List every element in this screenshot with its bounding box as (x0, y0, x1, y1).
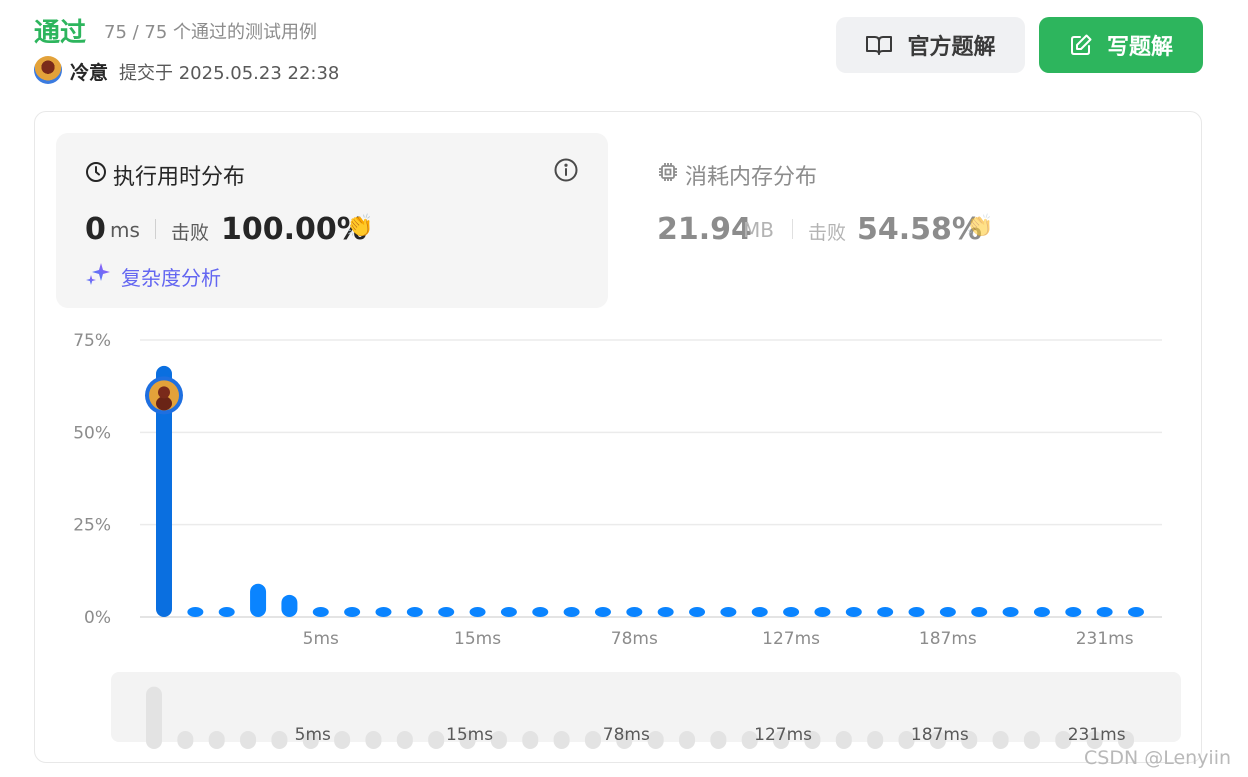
runtime-distribution-chart[interactable]: 0% 25% 50% 75% 5ms 15ms 78ms 127ms 187ms 231ms 5ms… (0, 0, 1248, 777)
mini-bar (208, 731, 225, 749)
mini-bar (334, 731, 351, 749)
bar[interactable] (626, 607, 643, 617)
mini-bar (522, 731, 539, 749)
mini-x-tick-label: 127ms (754, 725, 812, 745)
bar[interactable] (344, 607, 361, 617)
bar[interactable] (845, 607, 862, 617)
user-marker-figure (156, 396, 172, 411)
mini-bar (553, 731, 570, 749)
bar[interactable] (563, 607, 580, 617)
y-tick-label: 75% (73, 331, 111, 351)
bar[interactable] (877, 607, 894, 617)
mini-x-tick-label: 5ms (295, 725, 331, 745)
mini-x-tick-label: 15ms (446, 725, 493, 745)
mini-bar (271, 731, 288, 749)
watermark: CSDN @Lenyiin (1084, 747, 1232, 769)
bar[interactable] (751, 607, 768, 617)
mini-bar (584, 731, 601, 749)
mini-bar (240, 731, 257, 749)
x-tick-label: 231ms (1076, 629, 1134, 649)
bar[interactable] (657, 607, 674, 617)
bar[interactable] (1096, 607, 1113, 617)
bar[interactable] (281, 594, 298, 617)
bar[interactable] (500, 607, 517, 617)
y-tick-label: 50% (73, 423, 111, 443)
bar[interactable] (1002, 607, 1019, 617)
y-tick-label: 25% (73, 516, 111, 536)
bar[interactable] (438, 607, 455, 617)
x-tick-label: 127ms (762, 629, 820, 649)
bar[interactable] (1065, 607, 1082, 617)
mini-bar (490, 731, 507, 749)
mini-bar (146, 686, 162, 749)
mini-bar (867, 731, 884, 749)
x-tick-label: 5ms (303, 629, 339, 649)
bar[interactable] (689, 607, 706, 617)
x-tick-label: 187ms (919, 629, 977, 649)
mini-bar (396, 731, 413, 749)
mini-bar (835, 731, 852, 749)
mini-bar (428, 731, 445, 749)
mini-bar (679, 731, 696, 749)
bar[interactable] (971, 607, 988, 617)
mini-bar (177, 731, 194, 749)
bar[interactable] (594, 607, 611, 617)
mini-x-tick-label: 231ms (1068, 725, 1126, 745)
bar[interactable] (218, 607, 235, 617)
mini-bar (647, 731, 664, 749)
bar[interactable] (469, 607, 486, 617)
bar[interactable] (375, 607, 392, 617)
bar[interactable] (406, 607, 423, 617)
bar[interactable] (814, 607, 831, 617)
x-tick-label: 15ms (454, 629, 501, 649)
mini-bar (992, 731, 1009, 749)
y-tick-label: 0% (84, 608, 111, 628)
bar[interactable] (1033, 607, 1050, 617)
bar[interactable] (1128, 607, 1144, 617)
mini-x-tick-label: 78ms (603, 725, 650, 745)
bar[interactable] (783, 607, 800, 617)
bar[interactable] (908, 607, 925, 617)
mini-x-tick-label: 187ms (911, 725, 969, 745)
bar[interactable] (532, 607, 549, 617)
user-marker-head (158, 386, 170, 399)
mini-bar (1023, 731, 1040, 749)
mini-bar (710, 731, 727, 749)
bar[interactable] (720, 607, 737, 617)
bar[interactable] (939, 607, 956, 617)
bar[interactable] (250, 583, 267, 617)
x-tick-label: 78ms (611, 629, 658, 649)
bar[interactable] (312, 607, 329, 617)
mini-bar (365, 731, 382, 749)
bar[interactable] (187, 607, 204, 617)
